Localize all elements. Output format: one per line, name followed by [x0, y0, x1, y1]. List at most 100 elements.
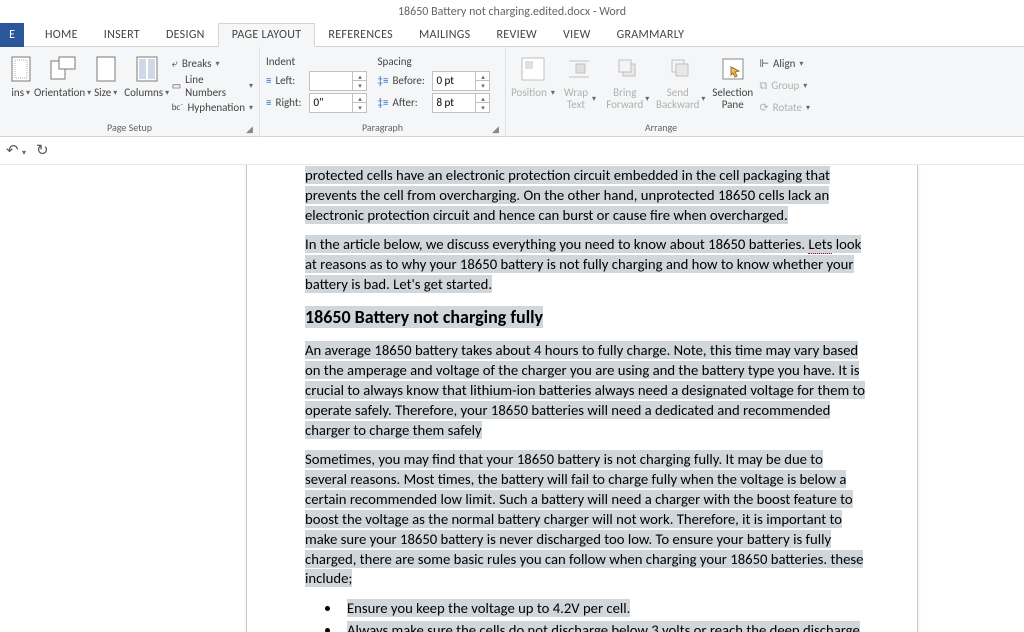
title-bar: 18650 Battery not charging.edited.docx -… [0, 0, 1024, 23]
paragraph-2a[interactable]: In the article below, we discuss everyth… [305, 235, 808, 253]
hyphenation-icon: bc⁻ [172, 102, 184, 113]
group-page-setup: ins▾ Orientation▾ Size▾ Columns▾ ⤶Breaks… [0, 47, 260, 137]
spacing-after-input[interactable]: ▴▾ [432, 93, 490, 113]
chevron-down-icon: ▾ [551, 89, 555, 98]
file-tab[interactable]: E [0, 23, 24, 47]
breaks-icon: ⤶ [172, 57, 178, 71]
line-numbers-label: Line Numbers [185, 73, 245, 99]
breaks-button[interactable]: ⤶Breaks ▾ [172, 53, 253, 74]
group-obj-label: Group [771, 79, 799, 92]
indent-right-label: Right: [275, 96, 305, 109]
margins-icon [5, 53, 37, 85]
line-numbers-icon: ▭ [172, 79, 181, 92]
group-label-paragraph: Paragraph [260, 121, 505, 136]
spacing-after-row: ‡≡ After: ▴▾ [377, 92, 490, 113]
chevron-down-icon: ▾ [249, 103, 253, 113]
spelling-error[interactable]: Lets [808, 235, 832, 254]
page: are two types of the 1850 cells, namely:… [246, 165, 918, 632]
columns-icon [131, 53, 163, 85]
group-arrange: Position ▾ Wrap Text ▾ Bring Forward ▾ Se… [506, 47, 816, 137]
bring-forward-label: Bring Forward [606, 87, 643, 111]
chevron-down-icon: ▾ [215, 59, 219, 69]
spacing-header: Spacing [377, 55, 411, 68]
paragraph-4[interactable]: Sometimes, you may find that your 18650 … [305, 450, 863, 587]
indent-left-label: Left: [275, 74, 305, 87]
group-obj-icon: ⧉ [759, 79, 767, 93]
redo-button[interactable]: ↻ [36, 141, 49, 160]
indent-header: Indent [266, 55, 295, 68]
line-numbers-button[interactable]: ▭ Line Numbers ▾ [172, 75, 253, 96]
indent-right-icon: ≡ [266, 96, 271, 109]
tab-grammarly[interactable]: GRAMMARLY [604, 23, 698, 47]
chevron-down-icon: ▾ [249, 81, 253, 91]
spacing-before-icon: ‡≡ [377, 74, 388, 87]
spacing-before-label: Before: [392, 74, 428, 87]
spacing-before-input[interactable]: ▴▾ [432, 71, 490, 91]
align-icon: ⊩ [759, 57, 769, 70]
position-icon [517, 53, 549, 85]
group-paragraph: Indent ≡ Left: ▴▾ ≡ Right: ▴▾ Spacing ‡≡… [260, 47, 506, 137]
selection-pane-icon [717, 53, 749, 85]
hyphenation-button[interactable]: bc⁻Hyphenation ▾ [172, 97, 253, 118]
orientation-icon [47, 53, 79, 85]
document-area[interactable]: are two types of the 1850 cells, namely:… [0, 165, 1024, 632]
align-button[interactable]: ⊩ Align ▾ [759, 53, 810, 74]
chevron-down-icon: ▾ [113, 89, 117, 98]
send-backward-icon [665, 53, 697, 85]
spacing-after-label: After: [392, 96, 428, 109]
tab-review[interactable]: REVIEW [483, 23, 550, 47]
list-item[interactable]: Always make sure the cells do not discha… [347, 621, 860, 632]
tab-view[interactable]: VIEW [550, 23, 604, 47]
wrap-text-icon [563, 53, 595, 85]
document-body[interactable]: are two types of the 1850 cells, namely:… [305, 165, 867, 632]
rotate-icon: ⟳ [759, 101, 768, 114]
position-label: Position [511, 87, 547, 99]
ribbon: ins▾ Orientation▾ Size▾ Columns▾ ⤶Breaks… [0, 47, 1024, 137]
bring-forward-icon [612, 53, 644, 85]
tab-references[interactable]: REFERENCES [315, 23, 406, 47]
chevron-down-icon: ▾ [806, 103, 810, 113]
tab-mailings[interactable]: MAILINGS [406, 23, 484, 47]
size-icon [90, 53, 122, 85]
indent-left-icon: ≡ [266, 74, 271, 87]
tab-page-layout[interactable]: PAGE LAYOUT [218, 23, 316, 47]
margins-label: ins [11, 87, 24, 99]
selection-pane-label: Selection Pane [712, 87, 753, 111]
tab-home[interactable]: HOME [32, 23, 91, 47]
paragraph-3[interactable]: An average 18650 battery takes about 4 h… [305, 341, 865, 438]
spacing-after-icon: ‡≡ [377, 96, 388, 109]
menu-bar: E HOME INSERT DESIGN PAGE LAYOUT REFEREN… [0, 23, 1024, 47]
hyphenation-label: Hyphenation [187, 101, 245, 114]
group-label-arrange: Arrange [506, 121, 816, 136]
dialog-launcher-page-setup[interactable]: ◢ [246, 124, 256, 134]
chevron-down-icon: ▾ [165, 89, 169, 98]
list-item[interactable]: Ensure you keep the voltage up to 4.2V p… [347, 599, 630, 617]
quick-access-toolbar: ↶ ▾ ↻ [0, 137, 1024, 165]
tab-insert[interactable]: INSERT [91, 23, 153, 47]
chevron-down-icon: ▾ [701, 95, 705, 104]
orientation-label: Orientation [34, 87, 85, 99]
wrap-text-label: Wrap Text [562, 87, 590, 111]
chevron-down-icon: ▾ [799, 59, 803, 69]
chevron-down-icon: ▾ [592, 95, 596, 104]
indent-left-row: ≡ Left: ▴▾ [266, 70, 367, 91]
chevron-down-icon: ▾ [26, 89, 30, 98]
dialog-launcher-paragraph[interactable]: ◢ [492, 124, 502, 134]
indent-right-row: ≡ Right: ▴▾ [266, 92, 367, 113]
indent-left-input[interactable]: ▴▾ [309, 71, 367, 91]
send-backward-label: Send Backward [656, 87, 699, 111]
chevron-down-icon: ▾ [645, 95, 649, 104]
group-label-page-setup: Page Setup [0, 121, 259, 136]
heading-2[interactable]: 18650 Battery not charging fully [305, 306, 543, 328]
document-title: 18650 Battery not charging.edited.docx -… [398, 5, 626, 19]
undo-button[interactable]: ↶ ▾ [6, 141, 26, 160]
paragraph-1[interactable]: are two types of the 1850 cells, namely:… [305, 165, 835, 224]
rotate-label: Rotate [773, 101, 802, 114]
size-label: Size [94, 87, 111, 99]
tab-design[interactable]: DESIGN [153, 23, 218, 47]
group-btn[interactable]: ⧉ Group ▾ [759, 75, 810, 96]
columns-label: Columns [124, 87, 163, 99]
align-label: Align [773, 57, 795, 70]
indent-right-input[interactable]: ▴▾ [309, 93, 367, 113]
rotate-button[interactable]: ⟳ Rotate ▾ [759, 97, 810, 118]
